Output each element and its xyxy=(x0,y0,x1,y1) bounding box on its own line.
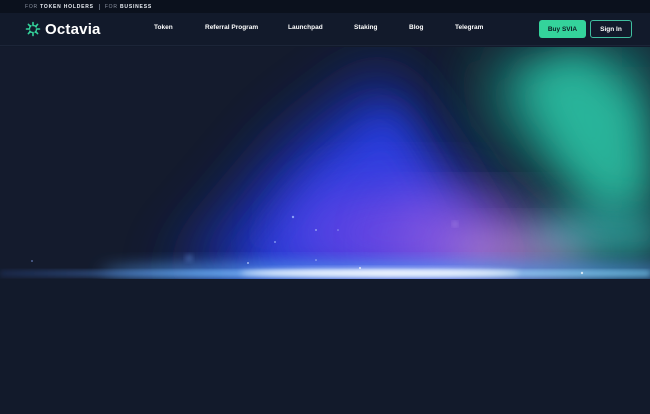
nav-launchpad[interactable]: Launchpad xyxy=(288,24,323,31)
for-label: FOR xyxy=(25,3,38,10)
business-link[interactable]: BUSINESS xyxy=(120,4,152,10)
for-label: FOR xyxy=(104,3,118,10)
token-holders-link[interactable]: TOKEN HOLDERS xyxy=(40,4,94,10)
audience-switcher-bar: FOR TOKEN HOLDERS FOR BUSINESS xyxy=(0,0,650,13)
nav-telegram[interactable]: Telegram xyxy=(455,24,483,31)
nav-staking[interactable]: Staking xyxy=(354,24,377,31)
page-content-area xyxy=(0,279,650,414)
nav-blog[interactable]: Blog xyxy=(409,24,423,31)
nav-token[interactable]: Token xyxy=(154,24,173,31)
hero-aurora-banner xyxy=(0,47,650,279)
aurora-graphic xyxy=(0,47,650,279)
main-navbar: Octavia Token Referral Program Launchpad… xyxy=(0,13,650,46)
divider xyxy=(98,3,100,10)
brand-logo[interactable]: Octavia xyxy=(25,20,101,38)
buy-token-button[interactable]: Buy SVIA xyxy=(539,20,586,38)
brand-name: Octavia xyxy=(45,20,101,38)
sign-in-button[interactable]: Sign In xyxy=(590,20,632,38)
octavia-logo-icon xyxy=(25,21,41,37)
nav-referral-program[interactable]: Referral Program xyxy=(205,24,258,31)
